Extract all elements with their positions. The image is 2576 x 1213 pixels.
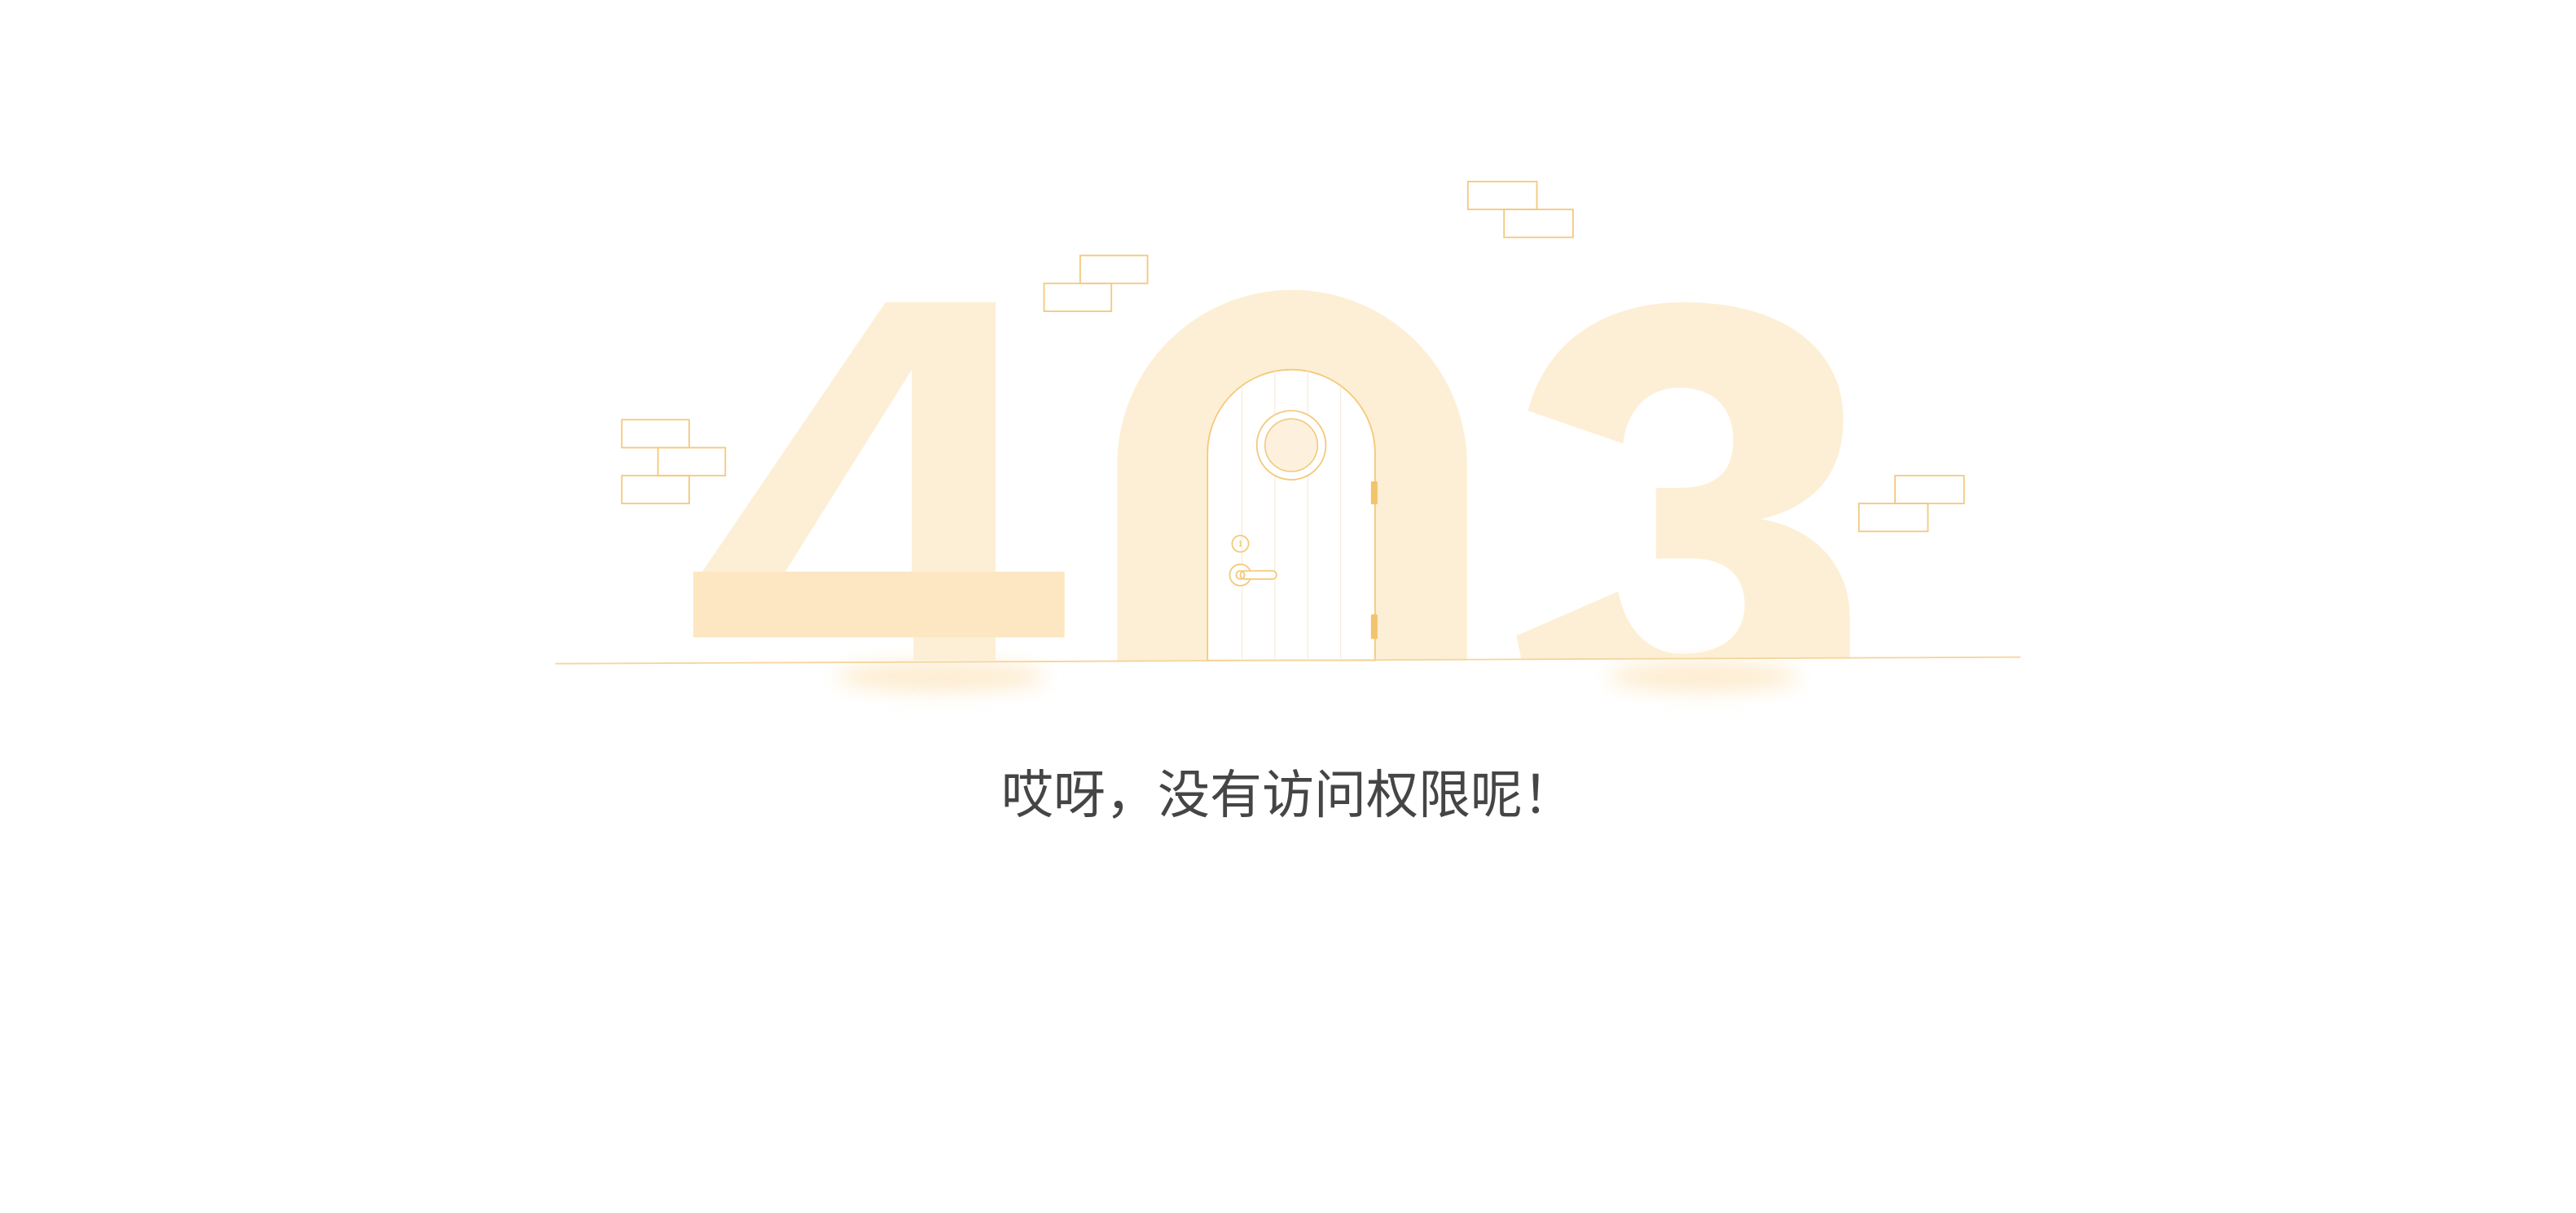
- digit-four: [693, 302, 1065, 661]
- ground-shadow: [836, 661, 1047, 692]
- ground-shadow: [1608, 661, 1800, 692]
- brick-cluster-top: [1466, 180, 1574, 239]
- door: [1207, 368, 1378, 661]
- brick-cluster-right: [1857, 474, 1965, 533]
- brick: [657, 446, 727, 477]
- brick: [1466, 180, 1538, 211]
- error-message: 哎呀，没有访问权限呢！: [1001, 766, 1575, 824]
- digit-four-crossbar: [693, 571, 1065, 638]
- brick-cluster-left: [621, 419, 727, 504]
- digit-three: [1516, 302, 1850, 659]
- brick: [1894, 474, 1965, 504]
- brick: [1043, 282, 1113, 313]
- brick: [1503, 209, 1574, 239]
- brick: [621, 419, 690, 449]
- brick: [621, 474, 690, 504]
- brick: [1079, 254, 1149, 284]
- door-hinge: [1370, 614, 1378, 639]
- brick-cluster-upper-left: [1043, 254, 1149, 313]
- door-hinge: [1370, 481, 1378, 505]
- door-window-glass: [1264, 418, 1319, 472]
- brick: [1857, 503, 1929, 533]
- error-illustration: [555, 180, 2021, 692]
